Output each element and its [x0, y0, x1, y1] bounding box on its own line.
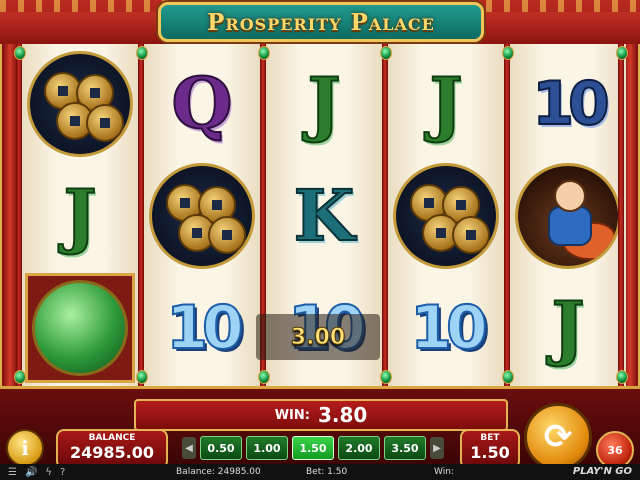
- gem-icon: [14, 46, 26, 60]
- coins-symbol: [27, 51, 133, 157]
- bet-decrease-button[interactable]: ◀: [182, 437, 196, 459]
- symbol-cell: [22, 272, 138, 384]
- reel-5: 10 J: [510, 44, 626, 388]
- gem-icon: [136, 370, 148, 384]
- autoplay-count: 36: [607, 443, 623, 457]
- reel-divider: [16, 44, 22, 388]
- arrow-right-icon: ▶: [433, 442, 441, 454]
- gem-icon: [258, 46, 270, 60]
- status-bet: Bet: 1.50: [306, 467, 348, 477]
- symbol-cell: J: [510, 272, 626, 384]
- balance-display: BALANCE 24985.00: [56, 429, 168, 469]
- win-display: WIN: 3.80: [134, 399, 508, 431]
- help-icon[interactable]: ?: [60, 467, 65, 478]
- symbol-10: 10: [165, 293, 244, 363]
- symbol-K: K: [293, 174, 356, 257]
- title-plate: Prosperity Palace: [158, 2, 484, 42]
- symbol-cell: [510, 160, 626, 272]
- symbol-cell: J: [266, 48, 382, 160]
- gem-icon: [502, 370, 514, 384]
- status-balance: Balance: 24985.00: [176, 467, 261, 477]
- reel-divider: [382, 44, 388, 388]
- coin-icon: [452, 216, 490, 254]
- coin-icon: [86, 104, 124, 142]
- reel-2: Q 10: [144, 44, 260, 388]
- dragon-icon: [32, 280, 128, 376]
- coins-symbol: [393, 163, 499, 269]
- win-popup: 3.00: [256, 314, 380, 360]
- top-frame: Prosperity Palace: [0, 0, 640, 47]
- gem-icon: [502, 46, 514, 60]
- arrow-left-icon: ◀: [185, 442, 193, 454]
- sound-icon[interactable]: 🔊: [25, 467, 37, 478]
- bet-option[interactable]: 0.50: [200, 436, 242, 460]
- reel-divider: [138, 44, 144, 388]
- status-win: Win:: [434, 467, 454, 477]
- symbol-cell: J: [388, 48, 504, 160]
- control-panel: WIN: 3.80 i BALANCE 24985.00 ◀ 0.50 1.00 1…: [0, 386, 640, 471]
- spin-button[interactable]: ⟳: [524, 403, 592, 471]
- symbol-cell: Q: [144, 48, 260, 160]
- symbol-cell: [144, 160, 260, 272]
- menu-icon[interactable]: ☰: [8, 467, 17, 478]
- bet-value: 1.50: [470, 443, 510, 462]
- balance-label: BALANCE: [88, 433, 136, 443]
- gem-icon: [136, 46, 148, 60]
- status-bar: ☰ 🔊 ϟ ? Balance: 24985.00 Bet: 1.50 Win:…: [0, 464, 640, 480]
- win-value: 3.80: [317, 403, 368, 427]
- symbol-10: 10: [409, 293, 488, 363]
- jade-dragon-symbol: [25, 273, 135, 383]
- bet-option[interactable]: 2.00: [338, 436, 380, 460]
- info-button[interactable]: i: [6, 429, 44, 467]
- spin-icon: ⟳: [543, 417, 573, 457]
- coin-icon: [208, 216, 246, 254]
- bet-option[interactable]: 3.50: [384, 436, 426, 460]
- boy-body-icon: [548, 206, 592, 246]
- provider-logo: PLAY'N GO: [572, 466, 632, 477]
- bet-label: BET: [480, 433, 500, 443]
- symbol-cell: J: [22, 160, 138, 272]
- info-icon: i: [21, 436, 29, 460]
- gem-icon: [14, 370, 26, 384]
- bet-selector: ◀ 0.50 1.00 1.50 2.00 3.50 ▶: [182, 435, 446, 461]
- reel-divider: [504, 44, 510, 388]
- coins-symbol: [149, 163, 255, 269]
- turbo-icon[interactable]: ϟ: [45, 467, 52, 478]
- symbol-cell: [388, 160, 504, 272]
- bet-display[interactable]: BET 1.50: [460, 429, 520, 469]
- bet-option[interactable]: 1.50: [292, 436, 334, 460]
- reel-divider: [618, 44, 624, 388]
- symbol-J: J: [306, 62, 341, 145]
- win-label: WIN:: [274, 407, 310, 423]
- gem-icon: [616, 370, 628, 384]
- bet-increase-button[interactable]: ▶: [430, 437, 444, 459]
- symbol-cell: 10: [144, 272, 260, 384]
- gem-icon: [380, 370, 392, 384]
- symbol-J: J: [550, 286, 585, 369]
- symbol-cell: K: [266, 160, 382, 272]
- reel-4: J 10: [388, 44, 504, 388]
- boy-head-icon: [554, 180, 586, 212]
- gem-icon: [258, 370, 270, 384]
- symbol-cell: [22, 48, 138, 160]
- boy-fish-symbol: [515, 163, 621, 269]
- symbol-10: 10: [531, 69, 610, 139]
- bet-options: 0.50 1.00 1.50 2.00 3.50: [200, 436, 426, 460]
- win-popup-value: 3.00: [290, 324, 346, 350]
- symbol-J: J: [428, 62, 463, 145]
- balance-value: 24985.00: [69, 443, 154, 462]
- game-title: Prosperity Palace: [207, 8, 435, 36]
- gem-icon: [616, 46, 628, 60]
- symbol-cell: 10: [388, 272, 504, 384]
- symbol-Q: Q: [171, 62, 234, 145]
- reel-1: J: [22, 44, 138, 388]
- bet-option[interactable]: 1.00: [246, 436, 288, 460]
- symbol-cell: 10: [510, 48, 626, 160]
- gem-icon: [380, 46, 392, 60]
- symbol-J: J: [62, 174, 97, 257]
